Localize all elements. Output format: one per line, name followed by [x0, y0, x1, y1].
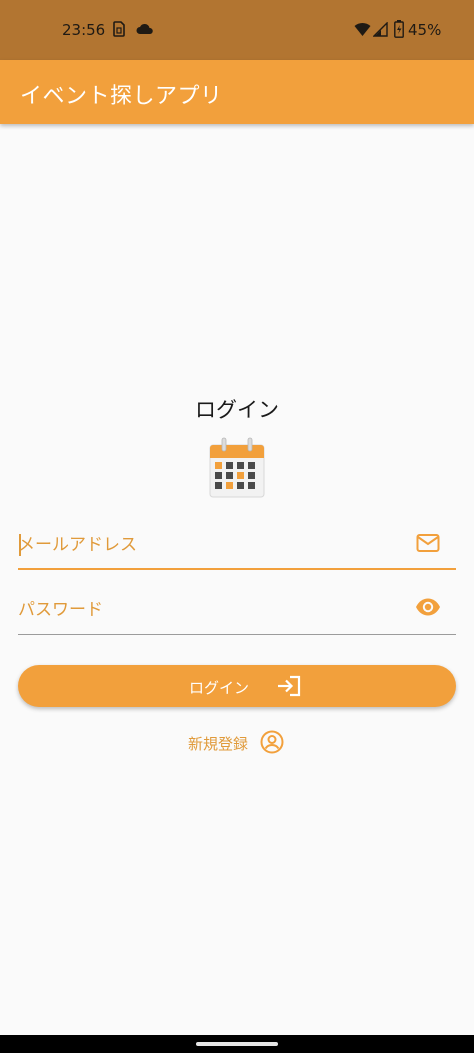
- login-button[interactable]: ログイン: [18, 665, 456, 707]
- app-bar: イベント探しアプリ: [0, 60, 474, 124]
- eye-icon[interactable]: [415, 597, 441, 617]
- mail-icon: [416, 534, 440, 552]
- cloud-icon: [136, 23, 153, 34]
- home-gesture-handle[interactable]: [196, 1042, 278, 1046]
- email-input[interactable]: [18, 530, 398, 560]
- app-title: イベント探しアプリ: [20, 84, 223, 109]
- wifi-icon: [354, 22, 371, 36]
- battery-charging-icon: [394, 20, 404, 38]
- status-time: 23:56: [62, 21, 106, 39]
- register-link[interactable]: 新規登録: [188, 728, 288, 756]
- login-button-label: ログイン: [189, 679, 250, 697]
- password-input[interactable]: [18, 595, 398, 625]
- status-bar: 23:56 45%: [0, 0, 474, 60]
- battery-percentage: 45%: [408, 21, 442, 39]
- calendar-icon: [209, 437, 265, 498]
- login-icon: [278, 675, 301, 697]
- account-circle-icon: [260, 730, 284, 754]
- sim-card-icon: [113, 21, 125, 37]
- login-heading: ログイン: [195, 398, 279, 422]
- cellular-signal-icon: [373, 22, 388, 37]
- password-field[interactable]: [18, 587, 456, 635]
- navigation-bar: [0, 1035, 474, 1053]
- register-link-label: 新規登録: [188, 735, 249, 753]
- email-field[interactable]: [18, 522, 456, 570]
